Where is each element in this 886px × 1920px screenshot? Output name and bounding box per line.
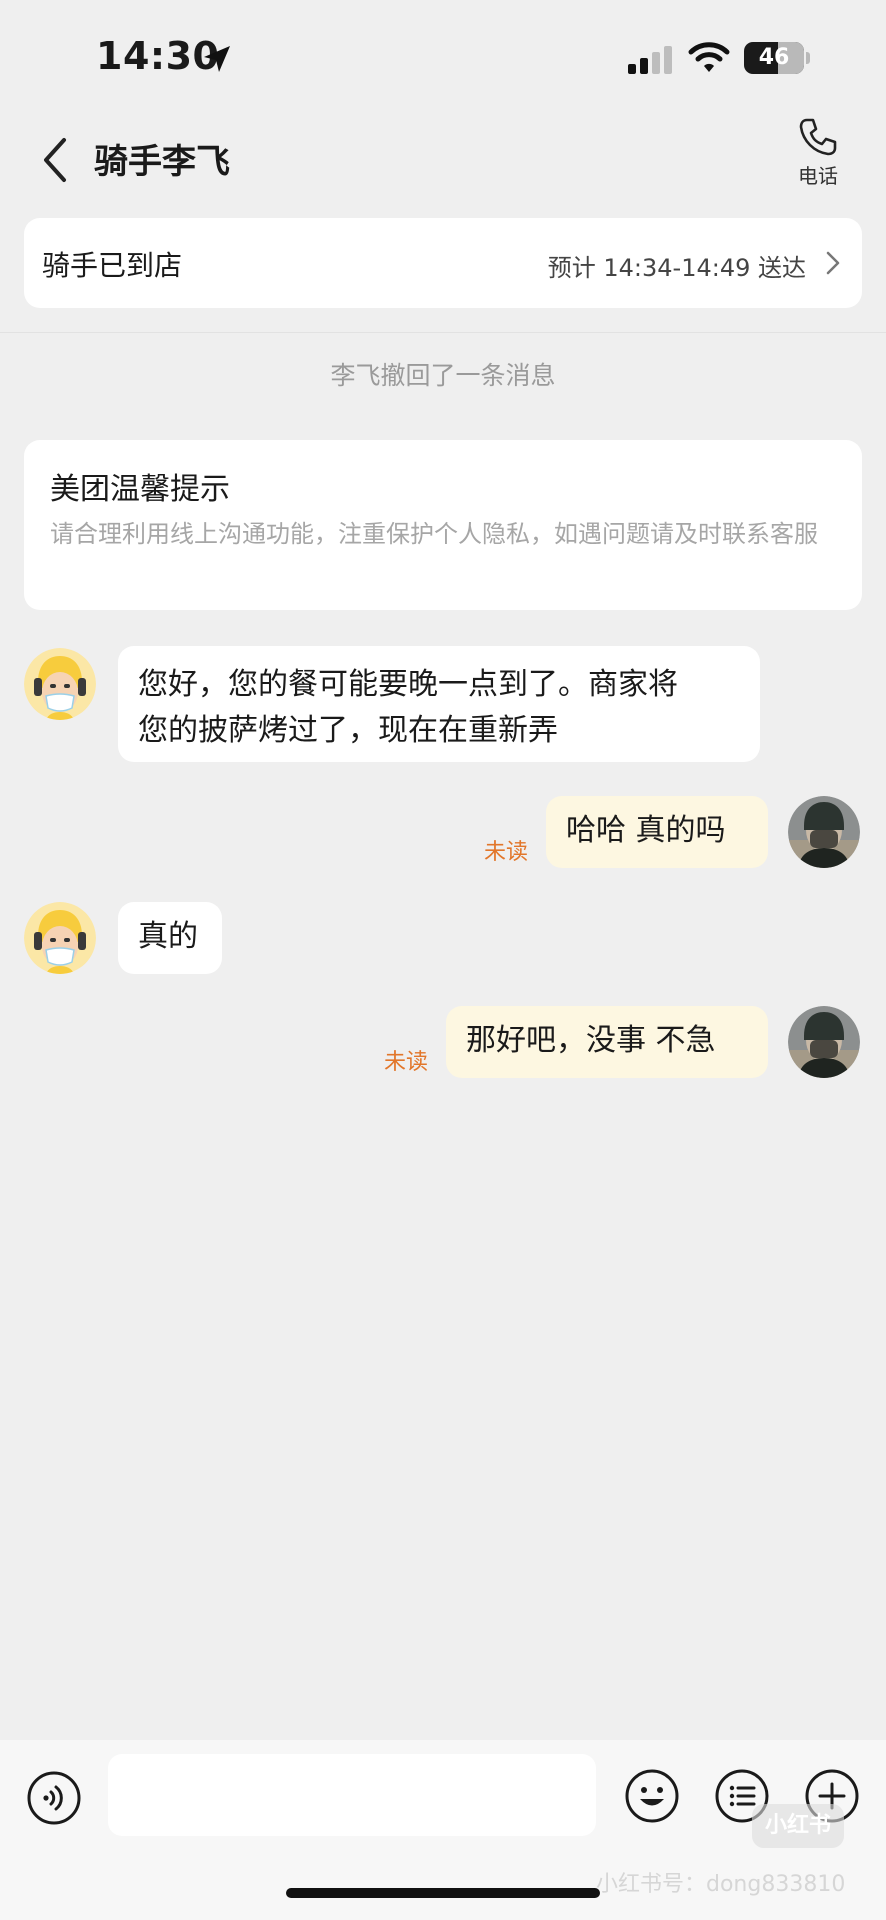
input-bar: 小红书 小红书号：dong833810	[0, 1740, 886, 1920]
unread-badge: 未读	[484, 840, 529, 865]
my-avatar[interactable]	[788, 1006, 860, 1078]
message-text-line: 您的披萨烤过了，现在在重新弄	[138, 713, 558, 748]
cellular-signal-icon	[628, 46, 672, 74]
tip-body: 请合理利用线上沟通功能，注重保护个人隐私，如遇问题请及时联系客服	[50, 520, 818, 548]
rider-avatar[interactable]	[24, 648, 96, 720]
message-bubble-me[interactable]: 那好吧，没事 不急	[446, 1006, 768, 1078]
battery-icon: 46	[744, 42, 810, 74]
phone-button[interactable]: 电话	[780, 116, 856, 206]
battery-level: 46	[758, 45, 790, 70]
my-avatar-icon	[788, 796, 860, 868]
wifi-icon	[688, 42, 730, 72]
message-text-line: 您好，您的餐可能要晚一点到了。商家将	[138, 667, 678, 702]
delivery-eta: 预计 14:34-14:49 送达	[547, 254, 806, 282]
voice-icon[interactable]	[26, 1770, 82, 1826]
page-title: 骑手李飞	[94, 142, 230, 182]
back-chevron-icon[interactable]	[36, 132, 76, 188]
phone-icon	[799, 118, 837, 156]
delivery-status: 骑手已到店	[42, 249, 183, 282]
unread-badge: 未读	[384, 1050, 429, 1075]
message-bubble-rider[interactable]: 您好，您的餐可能要晚一点到了。商家将 您的披萨烤过了，现在在重新弄	[118, 646, 760, 762]
my-avatar-icon	[788, 1006, 860, 1078]
my-avatar[interactable]	[788, 796, 860, 868]
rider-avatar-icon	[24, 902, 96, 974]
message-bubble-me[interactable]: 哈哈 真的吗	[546, 796, 768, 868]
nav-bar: 骑手李飞 电话	[0, 110, 886, 210]
rider-avatar-icon	[24, 648, 96, 720]
phone-label: 电话	[798, 164, 838, 188]
watermark-text: 小红书号：dong833810	[596, 1872, 846, 1897]
message-input[interactable]	[108, 1754, 596, 1836]
status-time: 14:30	[96, 34, 220, 78]
location-arrow-icon	[204, 46, 230, 72]
emoji-icon[interactable]	[624, 1768, 680, 1824]
chevron-right-icon	[826, 251, 840, 275]
status-bar: 14:30 46	[0, 0, 886, 110]
delivery-status-card[interactable]: 骑手已到店 预计 14:34-14:49 送达	[24, 218, 862, 308]
message-bubble-rider[interactable]: 真的	[118, 902, 222, 974]
tip-title: 美团温馨提示	[50, 472, 230, 507]
tip-card: 美团温馨提示 请合理利用线上沟通功能，注重保护个人隐私，如遇问题请及时联系客服	[24, 440, 862, 610]
divider	[0, 332, 886, 333]
watermark-logo: 小红书	[752, 1804, 844, 1848]
rider-avatar[interactable]	[24, 902, 96, 974]
system-message: 李飞撤回了一条消息	[330, 361, 556, 390]
home-indicator[interactable]	[286, 1888, 600, 1898]
